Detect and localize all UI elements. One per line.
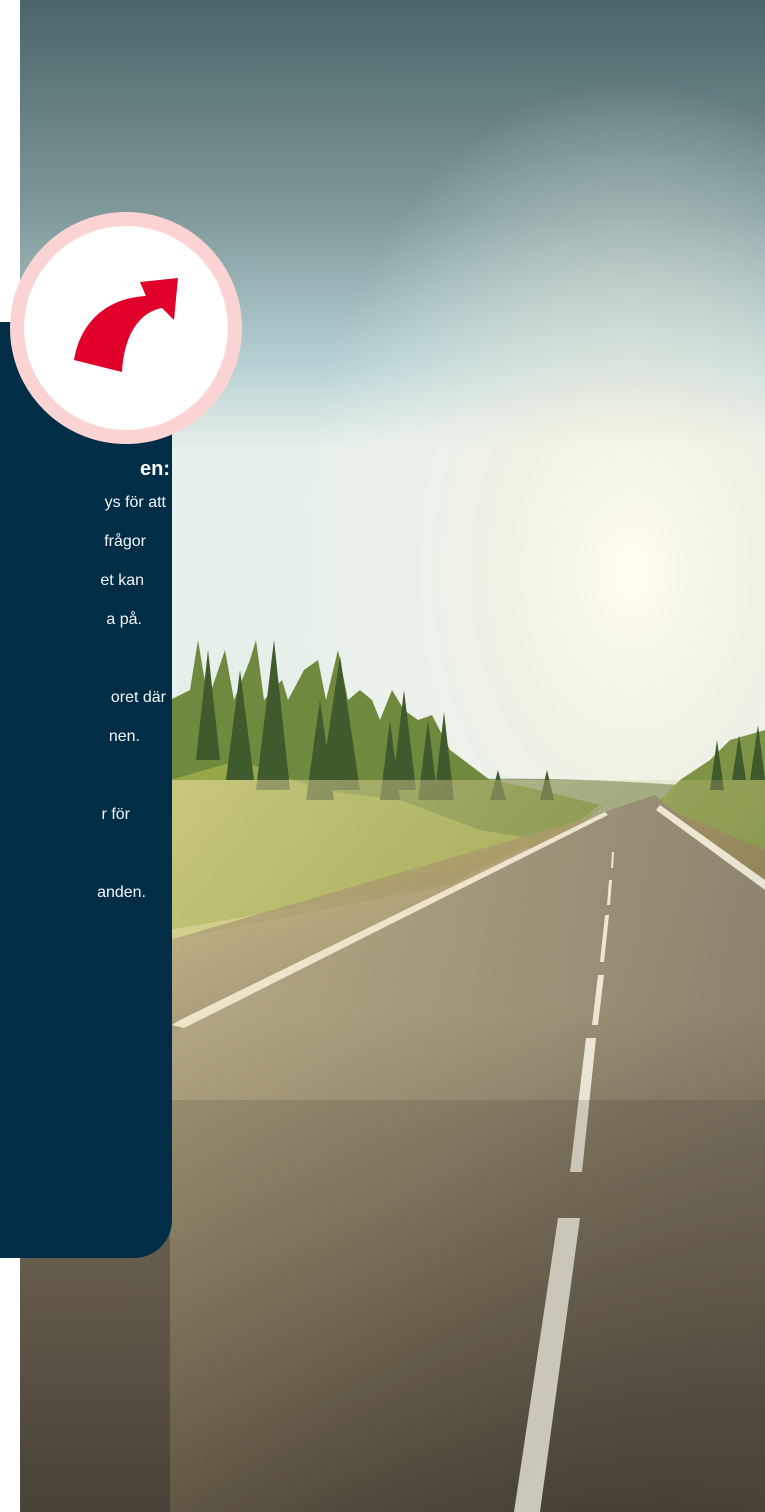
card-text-line-7: r för bbox=[101, 806, 130, 823]
badge-circle bbox=[10, 212, 242, 444]
card-text-line-8: anden. bbox=[97, 884, 146, 901]
card-heading: en: bbox=[140, 458, 170, 480]
page: en: ys för att frågor et kan a på. oret … bbox=[0, 0, 765, 1512]
card-text-line-1: ys för att bbox=[104, 494, 166, 511]
card-text-line-2: frågor bbox=[104, 533, 146, 550]
card-text-line-6: nen. bbox=[108, 728, 140, 745]
badge bbox=[10, 212, 242, 444]
card-text-line-3: et kan bbox=[100, 572, 144, 589]
arrow-turn-up-right-icon bbox=[74, 278, 178, 372]
card-text-line-4: a på. bbox=[106, 611, 142, 628]
info-card: en: ys för att frågor et kan a på. oret … bbox=[0, 322, 172, 1258]
card-text-line-5: oret där bbox=[110, 689, 166, 706]
